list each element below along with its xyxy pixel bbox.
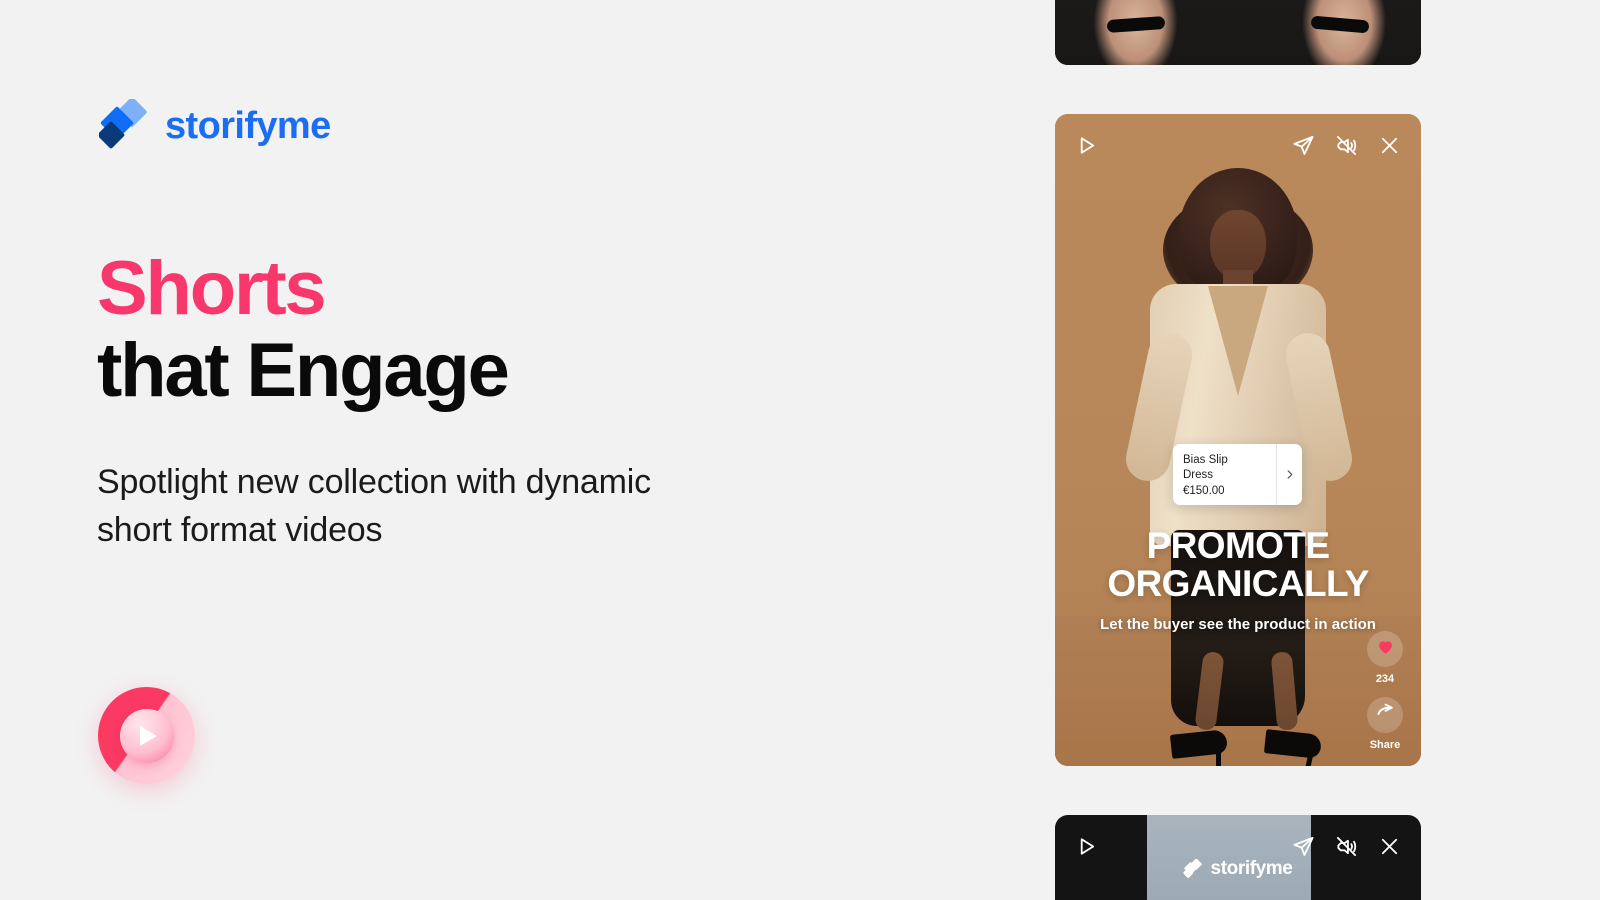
page-title: Shorts that Engage <box>97 246 510 414</box>
heart-icon <box>1376 637 1395 661</box>
play-icon[interactable] <box>1075 835 1098 858</box>
play-icon[interactable] <box>1075 134 1098 157</box>
story-actions: 234 Share <box>1367 631 1403 757</box>
share-button[interactable] <box>1367 697 1403 733</box>
like-count: 234 <box>1375 673 1395 685</box>
product-price: €150.00 <box>1183 485 1225 498</box>
story-controls-bottom <box>1055 815 1421 877</box>
mute-icon[interactable] <box>1335 835 1358 858</box>
share-label: Share <box>1369 739 1401 751</box>
hero-play-button[interactable] <box>98 687 195 784</box>
story-card-bottom[interactable]: storifyme <box>1055 815 1421 900</box>
story-card-main[interactable]: Bias Slip Dress €150.00 PROMOTE ORGANICA… <box>1055 114 1421 766</box>
headline-main: that Engage <box>97 328 510 414</box>
brand-logo[interactable]: storifyme <box>97 97 331 153</box>
product-name-line2: Dress <box>1183 469 1214 482</box>
hero-subtitle: Spotlight new collection with dynamic sh… <box>97 463 651 550</box>
story-top-background <box>1055 0 1421 65</box>
send-icon[interactable] <box>1292 134 1315 157</box>
hero-panel: storifyme Shorts that Engage Spotlight n… <box>0 0 1040 900</box>
product-info: Bias Slip Dress €150.00 <box>1173 444 1276 505</box>
story-controls-main <box>1055 114 1421 176</box>
story-card-top[interactable]: Check it out Share <box>1055 0 1421 65</box>
story-carousel: Check it out Share <box>1055 0 1421 900</box>
headline-accent: Shorts <box>97 246 327 331</box>
storifyme-diamond-logo <box>97 97 151 153</box>
product-name-line1: Bias Slip <box>1183 454 1228 466</box>
landing-page: storifyme Shorts that Engage Spotlight n… <box>0 0 1600 900</box>
like-button[interactable] <box>1367 631 1403 667</box>
product-card[interactable]: Bias Slip Dress €150.00 <box>1173 444 1302 506</box>
close-icon[interactable] <box>1378 835 1401 858</box>
share-arrow-icon <box>1376 703 1395 727</box>
promo-title-line1: PROMOTE <box>1146 525 1330 566</box>
promo-overlay: PROMOTE ORGANICALLY Let the buyer see th… <box>1055 525 1421 633</box>
play-icon <box>119 708 174 763</box>
promo-title-line2: ORGANICALLY <box>1107 563 1369 605</box>
close-icon[interactable] <box>1378 134 1401 157</box>
chevron-right-icon[interactable] <box>1276 444 1302 506</box>
brand-name: storifyme <box>165 105 331 147</box>
mute-icon[interactable] <box>1335 134 1358 157</box>
send-icon[interactable] <box>1292 835 1315 858</box>
